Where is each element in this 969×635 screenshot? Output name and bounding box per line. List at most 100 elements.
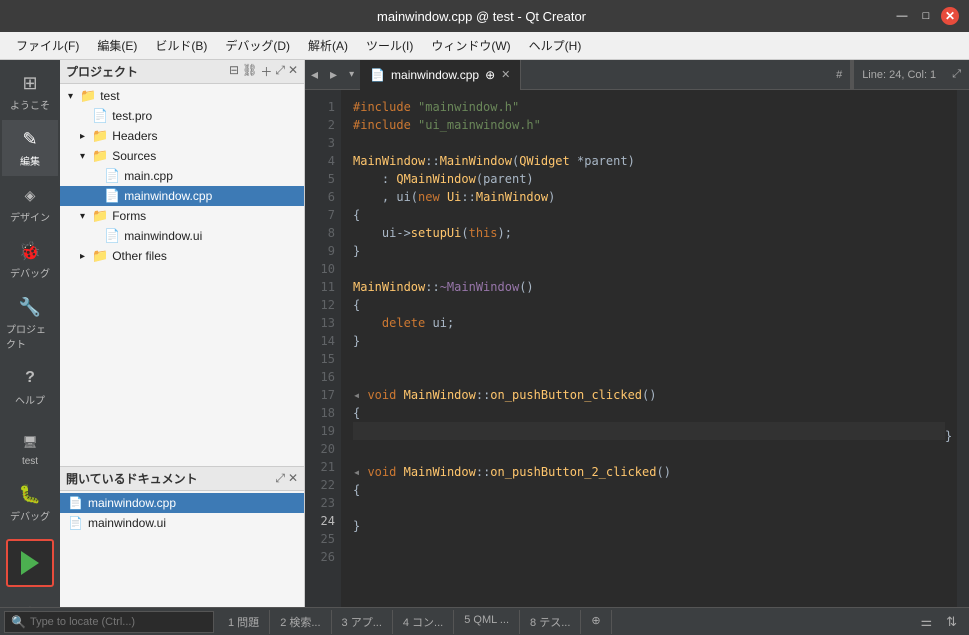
status-logs-icon[interactable]: ⚌ (916, 612, 936, 632)
sidebar: ⊞ ようこそ ✎ 編集 ◈ デザイン 🐞 デバッグ 🔧 プロジェクト ? ヘルプ… (0, 60, 60, 607)
sidebar-item-welcome[interactable]: ⊞ ようこそ (2, 64, 58, 120)
tree-item-test[interactable]: ▾ 📁 test (60, 86, 304, 106)
code-editor[interactable]: #include "mainwindow.h" #include "ui_mai… (341, 90, 957, 607)
folder-icon: 📁 (80, 88, 96, 104)
status-tab-issues[interactable]: 1 問題 (218, 610, 270, 634)
line-info: Line: 24, Col: 1 (854, 69, 944, 81)
sidebar-item-device[interactable]: 🖥 test (2, 423, 58, 475)
cpp-tab-icon: 📄 (370, 68, 385, 82)
sidebar-label-edit: 編集 (20, 153, 40, 168)
title-bar: mainwindow.cpp @ test - Qt Creator — □ ✕ (0, 0, 969, 32)
run-triangle-icon (21, 551, 39, 575)
expand-icon[interactable]: ⤢ (275, 63, 285, 80)
sidebar-item-debug[interactable]: 🐞 デバッグ (2, 232, 58, 288)
maximize-button[interactable]: □ (917, 7, 935, 25)
filter-icon[interactable]: ⊟ (229, 63, 239, 80)
arrow-icon: ▾ (80, 211, 92, 222)
expand-editor-icon[interactable]: ⤢ (944, 68, 969, 81)
window-title: mainwindow.cpp @ test - Qt Creator (70, 9, 893, 24)
cpp-file-icon: 📄 (68, 496, 83, 510)
doc-label: mainwindow.ui (88, 516, 166, 530)
status-tab-search[interactable]: 2 検索... (270, 610, 331, 634)
folder-icon: 📁 (92, 128, 108, 144)
close-panel-icon[interactable]: ✕ (288, 63, 298, 80)
status-tab-console[interactable]: 4 コン... (393, 610, 454, 634)
menu-window[interactable]: ウィンドウ(W) (423, 35, 518, 56)
menu-help[interactable]: ヘルプ(H) (521, 35, 590, 56)
status-bar: 🔍 1 問題 2 検索... 3 アプ... 4 コン... 5 QML ...… (0, 607, 969, 635)
tab-close-button[interactable]: ✕ (501, 68, 510, 81)
tree-item-mainwindow-ui[interactable]: 📄 mainwindow.ui (60, 226, 304, 246)
tree-item-sources[interactable]: ▾ 📁 Sources (60, 146, 304, 166)
scrollbar[interactable] (957, 90, 969, 607)
expand-icon[interactable]: ⤢ (275, 471, 285, 486)
tree-item-headers[interactable]: ▸ 📁 Headers (60, 126, 304, 146)
tree-item-forms[interactable]: ▾ 📁 Forms (60, 206, 304, 226)
nav-back-button[interactable]: ◂ (305, 62, 324, 87)
run-button[interactable] (6, 539, 54, 587)
left-panel: プロジェクト ⊟ ⛓ ＋ ⤢ ✕ ▾ 📁 test (60, 60, 305, 607)
menu-debug[interactable]: デバッグ(D) (217, 35, 298, 56)
sidebar-label-welcome: ようこそ (10, 97, 50, 112)
doc-item-mainwindow-cpp[interactable]: 📄 mainwindow.cpp (60, 493, 304, 513)
tree-item-other-files[interactable]: ▸ 📁 Other files (60, 246, 304, 266)
status-tab-dropdown[interactable]: ⊕ (581, 610, 611, 634)
ui-file-icon: 📄 (104, 228, 120, 244)
project-panel-icons: ⊟ ⛓ ＋ ⤢ ✕ (229, 63, 298, 80)
doc-item-mainwindow-ui[interactable]: 📄 mainwindow.ui (60, 513, 304, 533)
project-panel: プロジェクト ⊟ ⛓ ＋ ⤢ ✕ ▾ 📁 test (60, 60, 304, 467)
ui-file-icon: 📄 (68, 516, 83, 530)
sidebar-item-edit[interactable]: ✎ 編集 (2, 120, 58, 176)
status-tab-test[interactable]: 8 テス... (520, 610, 581, 634)
tree-label: test (100, 89, 119, 103)
sidebar-item-project[interactable]: 🔧 プロジェクト (2, 288, 58, 359)
sidebar-item-settings[interactable]: ⚙ (2, 595, 58, 607)
locate-search[interactable]: 🔍 (4, 611, 214, 633)
status-tab-app[interactable]: 3 アプ... (332, 610, 393, 634)
minimize-button[interactable]: — (893, 7, 911, 25)
sidebar-label-project: プロジェクト (6, 321, 54, 351)
sidebar-label-design: デザイン (10, 209, 50, 224)
tree-item-mainwindow-cpp[interactable]: 📄 mainwindow.cpp (60, 186, 304, 206)
status-tabs: 1 問題 2 検索... 3 アプ... 4 コン... 5 QML ... 8… (218, 610, 908, 634)
menu-edit[interactable]: 編集(E) (89, 35, 145, 56)
add-icon[interactable]: ＋ (260, 63, 272, 80)
menu-tools[interactable]: ツール(I) (358, 35, 421, 56)
device-icon: 🖥 (19, 431, 41, 453)
editor-tab-mainwindow-cpp[interactable]: 📄 mainwindow.cpp ⊕ ✕ (360, 60, 521, 90)
close-button[interactable]: ✕ (941, 7, 959, 25)
menu-analyze[interactable]: 解析(A) (300, 35, 356, 56)
sidebar-item-help[interactable]: ? ヘルプ (2, 359, 58, 415)
search-icon: 🔍 (11, 615, 26, 629)
folder-icon: 📁 (92, 148, 108, 164)
status-tab-qml[interactable]: 5 QML ... (454, 610, 520, 634)
design-icon: ◈ (19, 184, 41, 206)
tree-label: Headers (112, 129, 157, 143)
cpp-file-icon: 📄 (104, 168, 120, 184)
close-panel-icon[interactable]: ✕ (288, 471, 298, 486)
sidebar-label-help: ヘルプ (15, 392, 45, 407)
sidebar-item-debug2[interactable]: 🐛 デバッグ (2, 475, 58, 531)
tree-item-main-cpp[interactable]: 📄 main.cpp (60, 166, 304, 186)
sidebar-item-design[interactable]: ◈ デザイン (2, 176, 58, 232)
search-icon[interactable]: # (828, 69, 850, 81)
link-icon[interactable]: ⛓ (242, 63, 257, 80)
editor-content: 1 2 3 4 5 6 7 8 9 10 11 12 13 14 15 16 1… (305, 90, 969, 607)
menu-build[interactable]: ビルド(B) (147, 35, 215, 56)
locate-input[interactable] (30, 616, 190, 628)
nav-forward-button[interactable]: ▸ (324, 62, 343, 87)
open-docs-list: 📄 mainwindow.cpp 📄 mainwindow.ui (60, 491, 304, 607)
menu-bar: ファイル(F) 編集(E) ビルド(B) デバッグ(D) 解析(A) ツール(I… (0, 32, 969, 60)
open-docs-header: 開いているドキュメント ⤢ ✕ (60, 467, 304, 491)
nav-dropdown-button[interactable]: ▾ (343, 65, 360, 84)
tree-item-test-pro[interactable]: 📄 test.pro (60, 106, 304, 126)
arrow-icon: ▸ (80, 131, 92, 142)
folder-icon: 📁 (92, 248, 108, 264)
open-docs-icons: ⤢ ✕ (275, 471, 298, 486)
welcome-icon: ⊞ (19, 72, 41, 94)
file-icon: 📄 (92, 108, 108, 124)
line-numbers: 1 2 3 4 5 6 7 8 9 10 11 12 13 14 15 16 1… (305, 90, 341, 607)
project-tree: ▾ 📁 test 📄 test.pro ▸ 📁 Headers (60, 84, 304, 466)
menu-file[interactable]: ファイル(F) (8, 35, 87, 56)
status-layout-icon[interactable]: ⇅ (942, 612, 961, 632)
